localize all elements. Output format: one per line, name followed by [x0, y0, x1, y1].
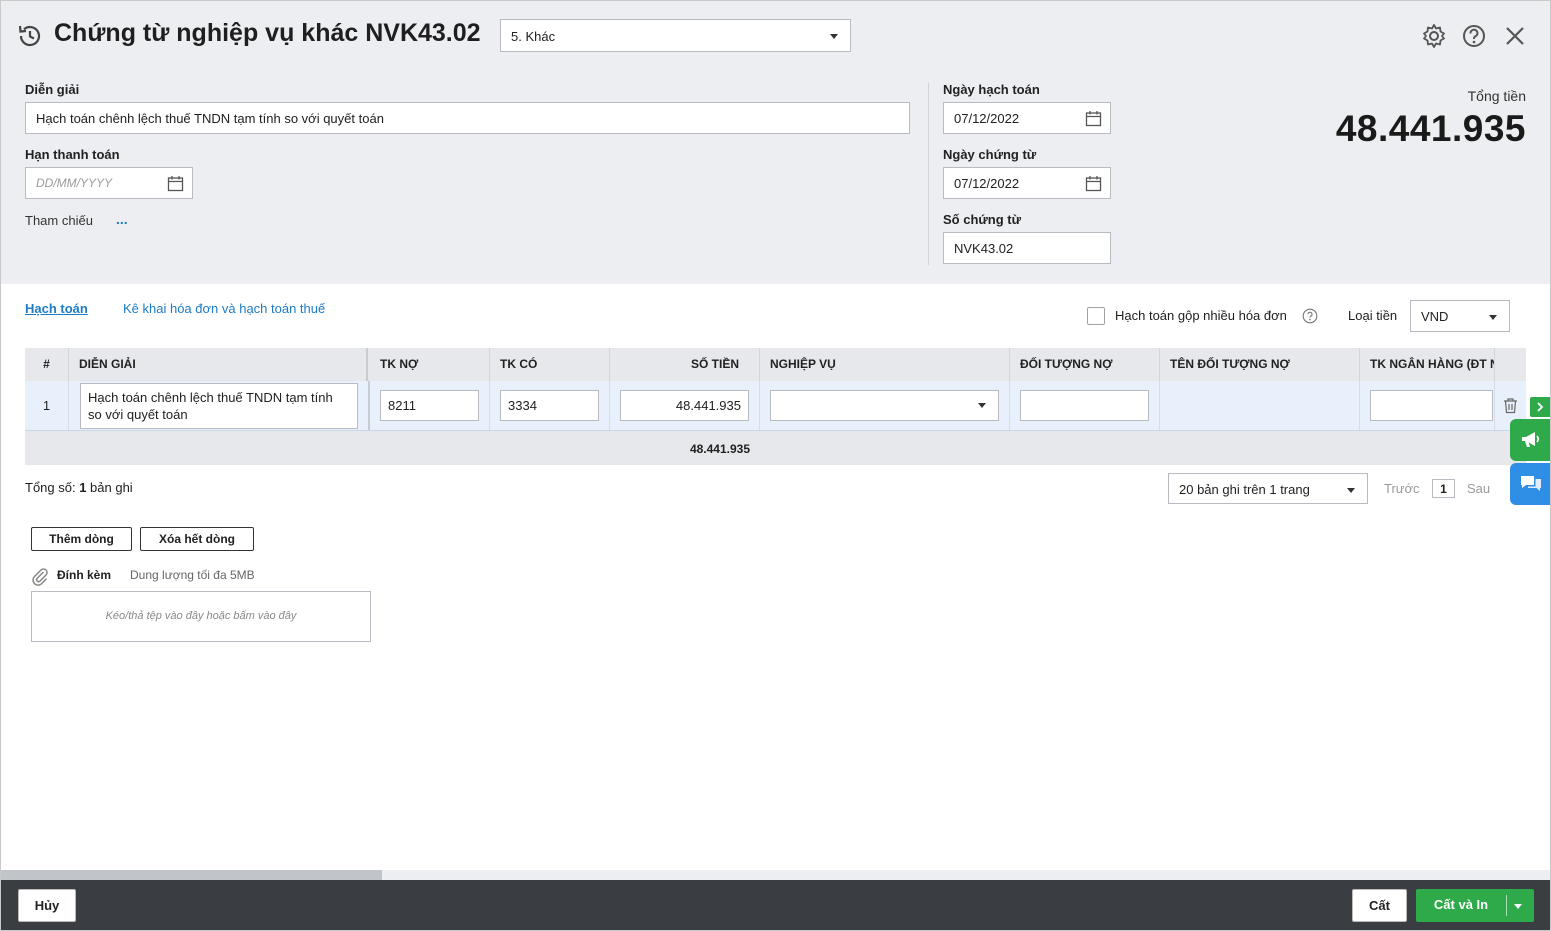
save-button[interactable]: Cất: [1352, 889, 1407, 922]
expand-panel-button[interactable]: [1530, 397, 1550, 417]
bank-account-input[interactable]: [1370, 390, 1493, 421]
reference-more-link[interactable]: ...: [116, 211, 128, 227]
help-icon[interactable]: [1302, 308, 1318, 324]
gear-icon[interactable]: [1421, 23, 1447, 49]
voucher-header-panel: Chứng từ nghiệp vụ khác NVK43.02 5. Khác…: [1, 1, 1550, 284]
paperclip-icon: [32, 568, 48, 586]
due-date-input[interactable]: DD/MM/YYYY: [25, 167, 193, 199]
debtor-input[interactable]: [1020, 390, 1149, 421]
attachment-label: Đính kèm: [57, 568, 112, 582]
description-input[interactable]: Hạch toán chênh lệch thuế TNDN tạm tính …: [25, 102, 910, 134]
column-divider: [928, 83, 929, 265]
cancel-button[interactable]: Hủy: [18, 889, 76, 922]
operation-select[interactable]: [770, 390, 999, 421]
amount-cell: 48.441.935: [610, 381, 760, 430]
next-page-button[interactable]: Sau: [1467, 481, 1490, 496]
debtor-name-cell: [1160, 381, 1360, 430]
record-count-suffix: bản ghi: [86, 480, 133, 495]
amount-input[interactable]: 48.441.935: [620, 390, 749, 421]
debtor-cell: [1010, 381, 1160, 430]
calendar-icon[interactable]: [1085, 175, 1102, 192]
tab-invoice-tax[interactable]: Kê khai hóa đơn và hạch toán thuế: [123, 301, 325, 316]
column-header[interactable]: TK NGÂN HÀNG (ĐT N: [1360, 348, 1495, 381]
chevron-right-icon: [1537, 402, 1544, 412]
posting-date-input[interactable]: 07/12/2022: [943, 102, 1111, 134]
attachment-size-hint: Dung lượng tối đa 5MB: [130, 568, 255, 582]
record-count-prefix: Tổng số:: [25, 480, 80, 495]
table-row[interactable]: 1 Hạch toán chênh lệch thuế TNDN tạm tín…: [25, 381, 1526, 431]
chevron-down-icon: [830, 34, 838, 39]
page-title: Chứng từ nghiệp vụ khác NVK43.02: [54, 19, 481, 47]
chevron-down-icon: [978, 403, 986, 408]
credit-account-cell: 3334: [490, 381, 610, 430]
description-label: Diễn giải: [25, 82, 80, 97]
voucher-no-input[interactable]: NVK43.02: [943, 232, 1111, 264]
description-cell: Hạch toán chênh lệch thuế TNDN tạm tính …: [69, 381, 370, 430]
save-print-button[interactable]: Cất và In: [1416, 889, 1506, 922]
footer-bar: Hủy Cất Cất và In: [1, 880, 1550, 930]
record-count: Tổng số: 1 bản ghi: [25, 480, 133, 495]
chevron-down-icon: [1489, 315, 1497, 320]
currency-label: Loại tiền: [1348, 308, 1398, 323]
horizontal-scrollbar-thumb[interactable]: [1, 870, 382, 880]
column-header[interactable]: TÊN ĐỐI TƯỢNG NỢ: [1160, 348, 1360, 381]
clear-rows-button[interactable]: Xóa hết dòng: [140, 527, 254, 551]
merge-invoices-checkbox[interactable]: [1087, 307, 1105, 325]
chat-button[interactable]: [1510, 463, 1550, 505]
chevron-down-icon[interactable]: [1514, 904, 1522, 909]
merge-invoices-label: Hạch toán gộp nhiều hóa đơn: [1115, 308, 1287, 323]
current-page[interactable]: 1: [1432, 479, 1455, 498]
grid-header: # DIỄN GIẢI TK NỢ TK CÓ SỐ TIỀN NGHIỆP V…: [25, 348, 1526, 381]
announcement-button[interactable]: [1510, 419, 1550, 461]
column-header[interactable]: SỐ TIỀN: [610, 348, 760, 381]
voucher-no-label: Số chứng từ: [943, 212, 1022, 227]
row-index: 1: [25, 381, 69, 430]
debit-account-input[interactable]: 8211: [380, 390, 479, 421]
voucher-type-select[interactable]: 5. Khác: [500, 19, 851, 52]
voucher-type-value: 5. Khác: [511, 29, 556, 44]
tab-accounting[interactable]: Hạch toán: [25, 301, 88, 316]
operation-cell: [760, 381, 1010, 430]
history-icon[interactable]: [17, 23, 43, 49]
calendar-icon[interactable]: [167, 175, 184, 192]
page-size-value: 20 bản ghi trên 1 trang: [1179, 482, 1310, 497]
column-header[interactable]: TK CÓ: [490, 348, 610, 381]
close-icon[interactable]: [1502, 23, 1528, 49]
prev-page-button[interactable]: Trước: [1384, 481, 1420, 496]
due-date-placeholder: DD/MM/YYYY: [36, 176, 113, 190]
split-divider: [1506, 895, 1507, 916]
bank-account-cell: [1360, 381, 1495, 430]
trash-icon[interactable]: [1502, 397, 1519, 414]
total-amount: 48.441.935: [1335, 108, 1526, 149]
column-header[interactable]: #: [25, 348, 69, 381]
calendar-icon[interactable]: [1085, 110, 1102, 127]
chevron-down-icon: [1347, 488, 1355, 493]
column-header[interactable]: ĐỐI TƯỢNG NỢ: [1010, 348, 1160, 381]
reference-label: Tham chiếu: [25, 213, 93, 228]
posting-date-label: Ngày hạch toán: [943, 82, 1040, 97]
column-header[interactable]: TK NỢ: [370, 348, 490, 381]
credit-account-input[interactable]: 3334: [500, 390, 599, 421]
posting-date-value: 07/12/2022: [954, 111, 1020, 126]
save-print-split-button: Cất và In: [1416, 889, 1534, 922]
voucher-date-value: 07/12/2022: [954, 176, 1020, 191]
row-description-input[interactable]: Hạch toán chênh lệch thuế TNDN tạm tính …: [80, 383, 358, 429]
sum-amount: 48.441.935: [689, 442, 750, 456]
due-date-label: Hạn thanh toán: [25, 147, 120, 162]
column-header[interactable]: DIỄN GIẢI: [69, 348, 368, 381]
column-header[interactable]: NGHIỆP VỤ: [760, 348, 1010, 381]
currency-value: VND: [1421, 309, 1449, 324]
voucher-date-input[interactable]: 07/12/2022: [943, 167, 1111, 199]
voucher-date-label: Ngày chứng từ: [943, 147, 1037, 162]
currency-select[interactable]: VND: [1410, 300, 1510, 332]
chat-icon: [1521, 476, 1541, 491]
page-size-select[interactable]: 20 bản ghi trên 1 trang: [1168, 473, 1368, 504]
debit-account-cell: 8211: [370, 381, 490, 430]
megaphone-icon: [1522, 432, 1540, 447]
grid-summary-row: 48.441.935: [25, 431, 1526, 465]
help-icon[interactable]: [1461, 23, 1487, 49]
add-row-button[interactable]: Thêm dòng: [31, 527, 132, 551]
total-label: Tổng tiền: [1467, 88, 1526, 104]
file-dropzone[interactable]: Kéo/thả tệp vào đây hoặc bấm vào đây: [31, 591, 371, 642]
